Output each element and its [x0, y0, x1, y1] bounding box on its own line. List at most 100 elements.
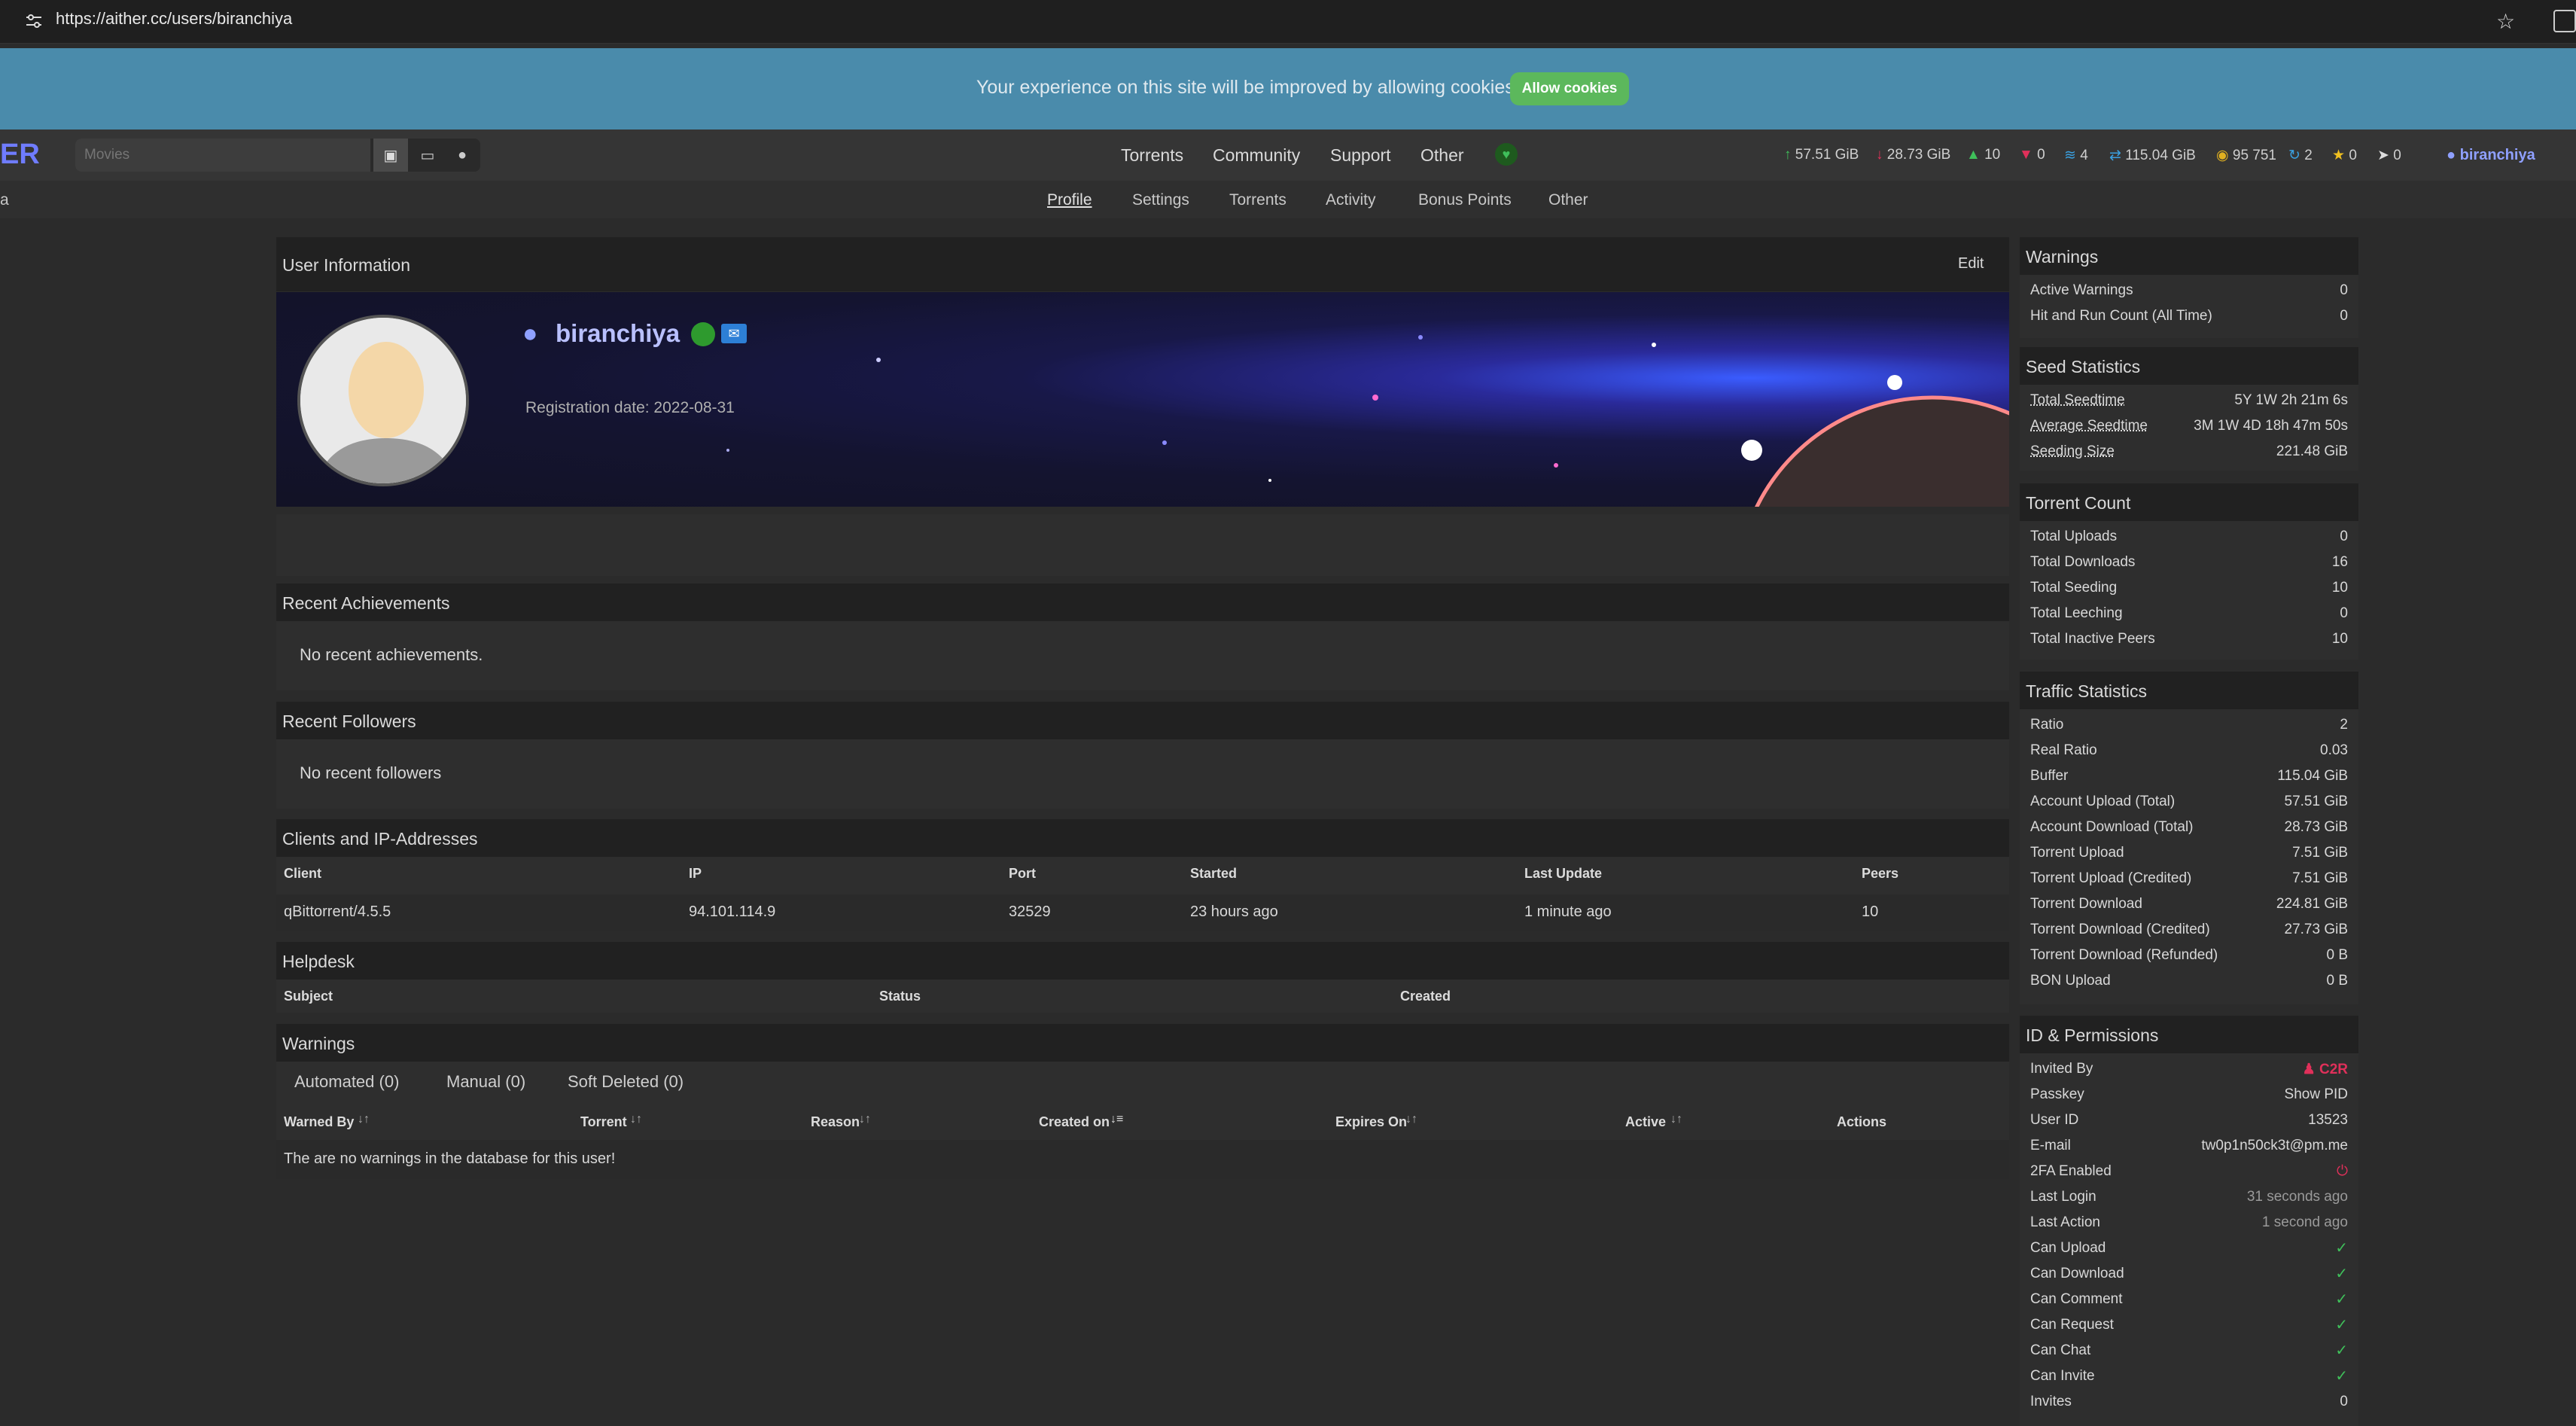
- col-status: Status: [879, 989, 921, 1004]
- search-tv-icon[interactable]: ▭: [411, 139, 444, 172]
- row-label: Last Action: [2030, 1214, 2100, 1230]
- tab-activity[interactable]: Activity: [1326, 191, 1376, 209]
- clients-header: Clients and IP-Addresses: [276, 819, 2009, 857]
- row-label: 2FA Enabled: [2030, 1163, 2112, 1179]
- col-active[interactable]: Active: [1625, 1114, 1666, 1130]
- nav-community[interactable]: Community: [1213, 145, 1300, 166]
- connectable-stat[interactable]: ≋ 4: [2064, 147, 2088, 164]
- row-label: Can Upload: [2030, 1240, 2106, 1256]
- col-expires-on[interactable]: Expires On: [1335, 1114, 1407, 1130]
- cell-started: 23 hours ago: [1190, 903, 1278, 920]
- tab-profile[interactable]: Profile: [1047, 191, 1092, 209]
- sort-icon: ↓↑: [1405, 1113, 1417, 1126]
- row-label: Total Seedtime: [2030, 392, 2125, 408]
- row-value: 0: [2340, 605, 2348, 621]
- edit-profile-button[interactable]: Edit: [1958, 255, 1984, 273]
- sort-icon: ↓↑: [859, 1113, 871, 1126]
- row-label: Can Request: [2030, 1317, 2114, 1333]
- cell-ip: 94.101.114.9: [689, 903, 776, 920]
- col-torrent[interactable]: Torrent: [580, 1114, 627, 1130]
- user-icon: ●: [2447, 147, 2456, 163]
- row-label: Can Download: [2030, 1266, 2124, 1281]
- cookie-message: Your experience on this site will be imp…: [976, 77, 1520, 98]
- row-label: Torrent Download (Refunded): [2030, 947, 2218, 963]
- allow-cookies-button[interactable]: Allow cookies: [1510, 72, 1629, 105]
- arrow-up-icon: ↑: [1784, 147, 1792, 163]
- user-menu[interactable]: ● biranchiya: [2447, 147, 2535, 164]
- bon-stat[interactable]: ◉ 95 751: [2216, 147, 2276, 164]
- col-warned-by[interactable]: Warned By: [284, 1114, 354, 1130]
- show-pid-button[interactable]: Show PID: [2285, 1086, 2348, 1103]
- traffic-body: Ratio 2 Real Ratio 0.03 Buffer 115.04 GiB A…: [2020, 709, 2358, 1004]
- site-logo[interactable]: ER: [0, 139, 40, 171]
- row-label: Total Seeding: [2030, 580, 2118, 596]
- row-value: 10: [2331, 580, 2348, 596]
- row-label: Average Seedtime: [2030, 418, 2148, 434]
- row-label: Can Invite: [2030, 1368, 2095, 1384]
- tab-torrents[interactable]: Torrents: [1229, 191, 1286, 209]
- leeching-stat[interactable]: ▼ 0: [2019, 147, 2045, 163]
- achievements-body: No recent achievements.: [276, 621, 2009, 690]
- side-warnings-title: Warnings: [2026, 247, 2099, 267]
- col-started: Started: [1190, 866, 1238, 881]
- message-envelope-icon[interactable]: ✉: [721, 324, 747, 343]
- user-icon: ●: [522, 319, 538, 348]
- cookie-banner: Your experience on this site will be imp…: [0, 48, 2576, 129]
- invites-stat[interactable]: ➤ 0: [2377, 147, 2401, 164]
- row-value: 7.51 GiB: [2292, 870, 2348, 886]
- row-label: Torrent Download (Credited): [2030, 922, 2210, 937]
- profile-subnav: a Profile Settings Torrents Activity Bon…: [0, 181, 2576, 218]
- sort-icon: ↓↑: [358, 1113, 370, 1126]
- row-value: 0: [2340, 529, 2348, 544]
- achievements-header: Recent Achievements: [276, 584, 2009, 621]
- warnings-title: Warnings: [282, 1034, 355, 1053]
- site-settings-icon[interactable]: [24, 13, 44, 29]
- tab-bonus-points[interactable]: Bonus Points: [1418, 191, 1512, 209]
- inviter-link[interactable]: ♟ C2R: [2303, 1061, 2348, 1078]
- idperm-title: ID & Permissions: [2026, 1025, 2159, 1045]
- col-port: Port: [1009, 866, 1036, 881]
- col-client: Client: [284, 866, 322, 881]
- check-icon: ✓: [2335, 1291, 2348, 1308]
- traffic-title: Traffic Statistics: [2026, 681, 2148, 701]
- nav-other[interactable]: Other: [1420, 145, 1464, 166]
- url-text[interactable]: https://aither.cc/users/biranchiya: [56, 9, 292, 29]
- tab-manual[interactable]: Manual (0): [446, 1072, 525, 1092]
- col-reason[interactable]: Reason: [811, 1114, 860, 1130]
- idperm-body: Invited By ♟ C2R Passkey Show PID User I…: [2020, 1053, 2358, 1426]
- donate-heart-icon[interactable]: ♥: [1495, 143, 1518, 166]
- bookmark-star-icon[interactable]: ☆: [2496, 9, 2515, 34]
- buffer-stat[interactable]: ⇄ 115.04 GiB: [2109, 147, 2196, 164]
- search-movies-icon[interactable]: ▣: [373, 139, 408, 172]
- row-label: Invited By: [2030, 1061, 2093, 1077]
- search-input[interactable]: [75, 139, 370, 172]
- row-label: Total Downloads: [2030, 554, 2136, 570]
- arrow-down-icon: ↓: [1876, 147, 1883, 163]
- freeleech-stat[interactable]: ★ 0: [2332, 147, 2357, 164]
- row-label: Passkey: [2030, 1086, 2084, 1102]
- tab-soft-deleted[interactable]: Soft Deleted (0): [568, 1072, 684, 1092]
- tab-automated[interactable]: Automated (0): [294, 1072, 399, 1092]
- hnr-stat[interactable]: ↻ 2: [2288, 147, 2313, 164]
- idperm-header: ID & Permissions: [2020, 1016, 2358, 1053]
- browser-url-bar[interactable]: https://aither.cc/users/biranchiya ☆: [0, 0, 2576, 44]
- nav-support[interactable]: Support: [1330, 145, 1391, 166]
- row-label: Invites: [2030, 1394, 2072, 1409]
- row-label: BON Upload: [2030, 973, 2111, 989]
- traffic-header: Traffic Statistics: [2020, 672, 2358, 709]
- side-warnings-header: Warnings: [2020, 237, 2358, 275]
- seeding-stat[interactable]: ▲ 10: [1966, 147, 2000, 163]
- ratio-download-stat[interactable]: ↓ 28.73 GiB: [1876, 147, 1950, 163]
- tab-settings[interactable]: Settings: [1132, 191, 1189, 209]
- wifi-icon: ≋: [2064, 148, 2076, 163]
- row-value: 224.81 GiB: [2276, 896, 2348, 912]
- extensions-icon[interactable]: [2553, 10, 2576, 32]
- tab-other[interactable]: Other: [1548, 191, 1588, 209]
- row-label: Real Ratio: [2030, 742, 2097, 758]
- ratio-upload-stat[interactable]: ↑ 57.51 GiB: [1784, 147, 1859, 163]
- nav-torrents[interactable]: Torrents: [1121, 145, 1183, 166]
- row-value: 0: [2340, 1394, 2348, 1409]
- search-person-icon[interactable]: ●: [446, 139, 479, 172]
- col-created-on[interactable]: Created on: [1039, 1114, 1110, 1130]
- warnings-empty-row: The are no warnings in the database for …: [276, 1140, 2009, 1179]
